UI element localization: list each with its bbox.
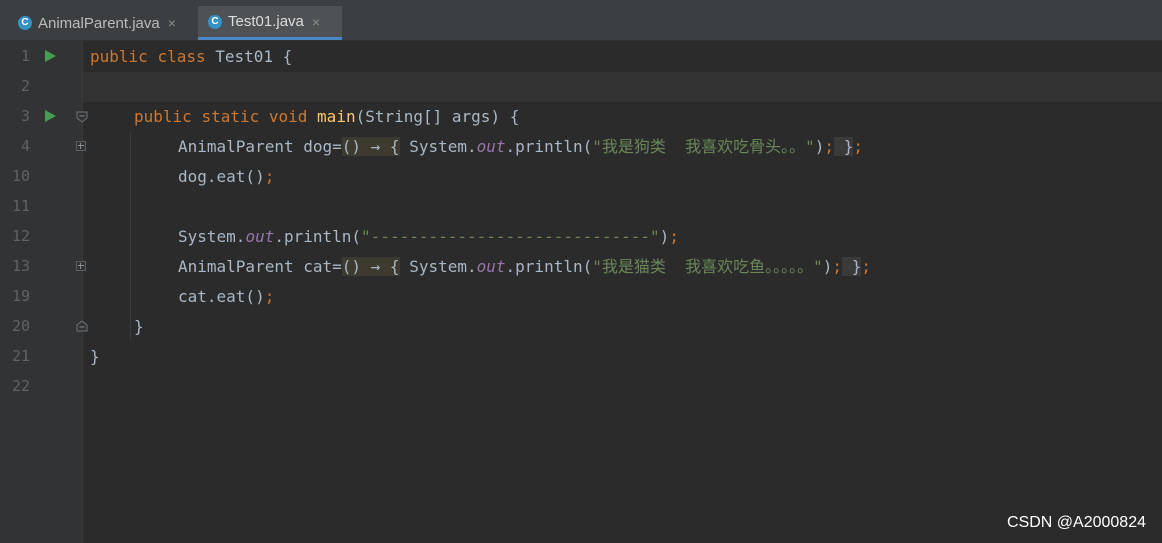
close-icon[interactable]: × xyxy=(168,15,176,31)
line-number: 22 xyxy=(11,377,30,395)
indent-guide xyxy=(130,131,131,341)
code-line-1[interactable]: public class Test01 { xyxy=(90,47,292,67)
code-line-13[interactable]: AnimalParent cat=() → { System.out.print… xyxy=(178,257,871,277)
lambda-fold: () → { xyxy=(341,257,400,276)
close-icon[interactable]: × xyxy=(312,14,320,30)
current-line-highlight xyxy=(83,72,1162,102)
line-number: 19 xyxy=(11,287,30,305)
line-number: 4 xyxy=(20,137,30,155)
code-line-3[interactable]: public static void main(String[] args) { xyxy=(134,107,519,127)
line-number: 3 xyxy=(20,107,30,125)
csdn-watermark: CSDN @A2000824 xyxy=(1007,514,1146,531)
lambda-fold: () → { xyxy=(341,137,400,156)
java-class-icon: C xyxy=(208,14,222,29)
fold-end-icon[interactable] xyxy=(76,320,88,332)
java-class-icon: C xyxy=(18,16,32,30)
code-line-4[interactable]: AnimalParent dog=() → { System.out.print… xyxy=(178,137,863,157)
line-number: 21 xyxy=(11,347,30,365)
code-line-21[interactable]: } xyxy=(90,347,100,367)
code-line-19[interactable]: cat.eat(); xyxy=(178,287,274,307)
fold-expand-icon[interactable] xyxy=(76,141,86,151)
code-line-20[interactable]: } xyxy=(134,317,144,337)
line-number: 10 xyxy=(11,167,30,185)
tab-test01[interactable]: C Test01.java × xyxy=(198,6,342,40)
editor-tab-bar: C AnimalParent.java × C Test01.java × xyxy=(0,0,1162,41)
line-number: 20 xyxy=(11,317,30,335)
line-number: 12 xyxy=(11,227,30,245)
fold-expand-icon[interactable] xyxy=(76,261,86,271)
run-main-icon[interactable] xyxy=(45,110,56,122)
line-number: 11 xyxy=(11,197,30,215)
code-line-12[interactable]: System.out.println("--------------------… xyxy=(178,227,679,247)
code-line-10[interactable]: dog.eat(); xyxy=(178,167,274,187)
tab-label: Test01.java xyxy=(228,13,304,30)
tab-animalparent[interactable]: C AnimalParent.java × xyxy=(10,6,196,40)
run-class-icon[interactable] xyxy=(45,50,56,62)
line-number: 1 xyxy=(20,47,30,65)
line-number: 2 xyxy=(20,77,30,95)
line-number: 13 xyxy=(11,257,30,275)
fold-collapse-icon[interactable] xyxy=(76,111,88,123)
tab-label: AnimalParent.java xyxy=(38,14,160,32)
